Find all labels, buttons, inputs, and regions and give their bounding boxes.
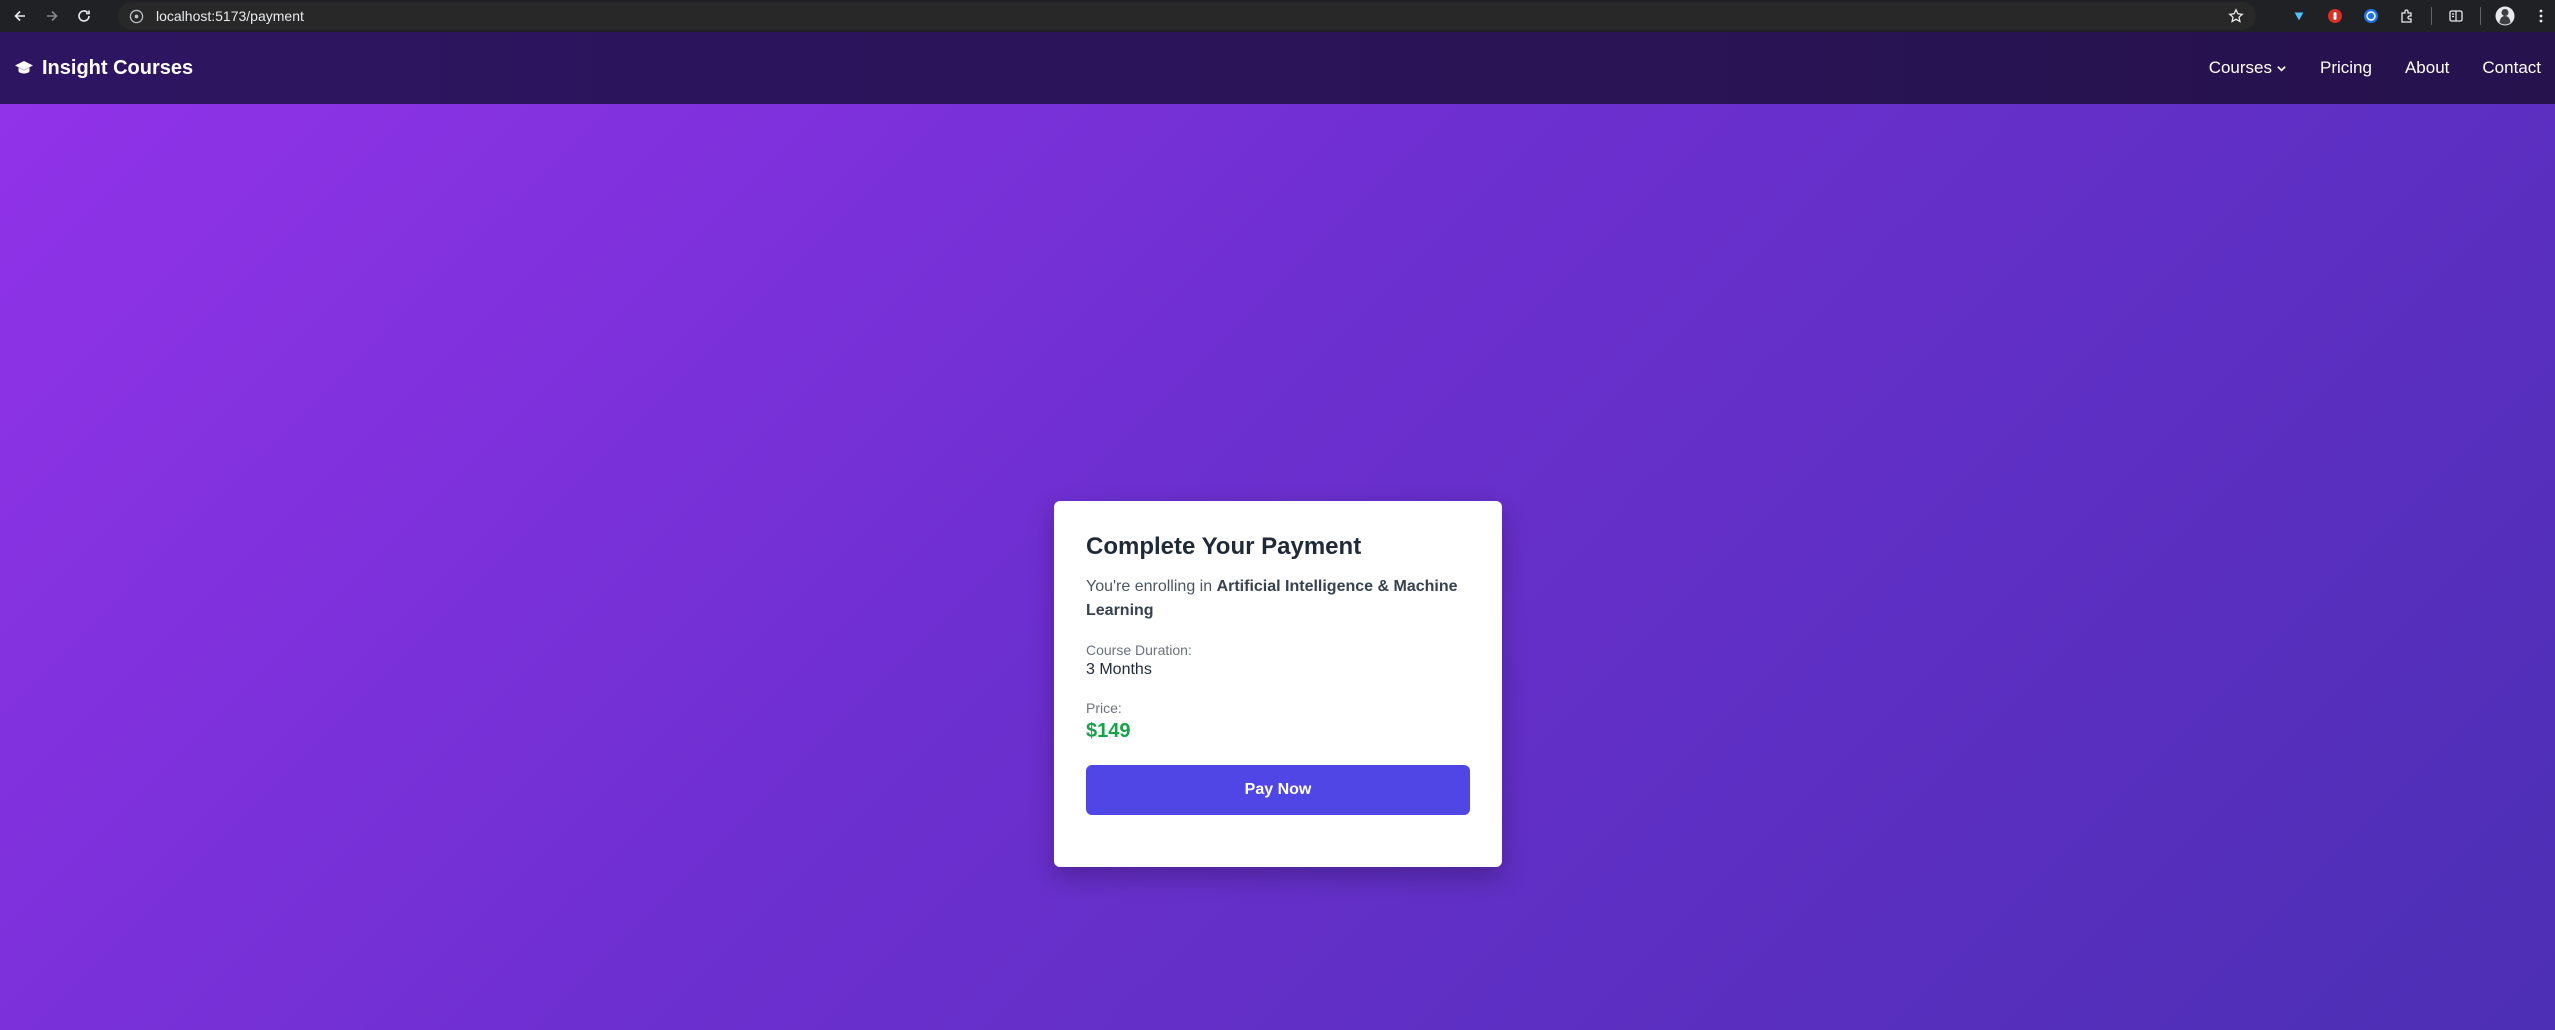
nav-contact[interactable]: Contact	[2482, 58, 2541, 78]
url-text[interactable]: localhost:5173/payment	[156, 8, 304, 24]
payment-card: Complete Your Payment You're enrolling i…	[1054, 501, 1502, 867]
extension-blue-icon[interactable]	[2289, 6, 2309, 26]
bookmark-star-icon[interactable]	[2228, 8, 2244, 29]
reading-list-icon[interactable]	[2446, 6, 2466, 26]
pay-now-button[interactable]: Pay Now	[1086, 765, 1470, 815]
price-block: Price: $149	[1086, 699, 1470, 745]
duration-value: 3 Months	[1086, 661, 1152, 678]
duration-block: Course Duration: 3 Months	[1086, 641, 1470, 681]
payment-title: Complete Your Payment	[1086, 533, 1362, 560]
nav-courses-dropdown[interactable]: Courses	[2209, 58, 2287, 78]
reload-icon[interactable]	[72, 4, 96, 28]
nav-links: Courses Pricing About Contact	[2176, 58, 2541, 78]
brand-name: Insight Courses	[42, 56, 194, 79]
nav-about[interactable]: About	[2405, 58, 2449, 78]
price-value: $149	[1086, 720, 1131, 742]
price-label: Price:	[1086, 700, 1122, 716]
brand-logo[interactable]: Insight Courses	[14, 57, 193, 80]
browser-toolbar: localhost:5173/payment	[0, 0, 2555, 32]
nav-courses-label: Courses	[2208, 58, 2272, 77]
address-bar[interactable]: localhost:5173/payment	[118, 2, 2256, 30]
enroll-text: You're enrolling in Artificial Intellige…	[1086, 575, 1470, 623]
forward-icon[interactable]	[40, 4, 64, 28]
back-icon[interactable]	[8, 4, 32, 28]
site-navbar: Insight Courses Courses Pricing About Co…	[0, 32, 2555, 104]
extension-circle-icon[interactable]	[2361, 6, 2381, 26]
duration-label: Course Duration:	[1086, 642, 1192, 658]
enroll-prefix: You're enrolling in	[1086, 578, 1217, 595]
profile-avatar-icon[interactable]	[2495, 6, 2515, 26]
menu-kebab-icon[interactable]	[2531, 6, 2551, 26]
toolbar-divider	[2431, 7, 2432, 25]
graduation-cap-icon	[14, 58, 34, 78]
extensions-area	[2281, 0, 2555, 32]
nav-pricing[interactable]: Pricing	[2320, 58, 2372, 78]
site-info-icon[interactable]	[128, 8, 144, 24]
extension-red-icon[interactable]	[2325, 6, 2345, 26]
toolbar-divider	[2480, 7, 2481, 25]
puzzle-extensions-icon[interactable]	[2397, 6, 2417, 26]
chevron-down-icon	[2276, 63, 2287, 74]
